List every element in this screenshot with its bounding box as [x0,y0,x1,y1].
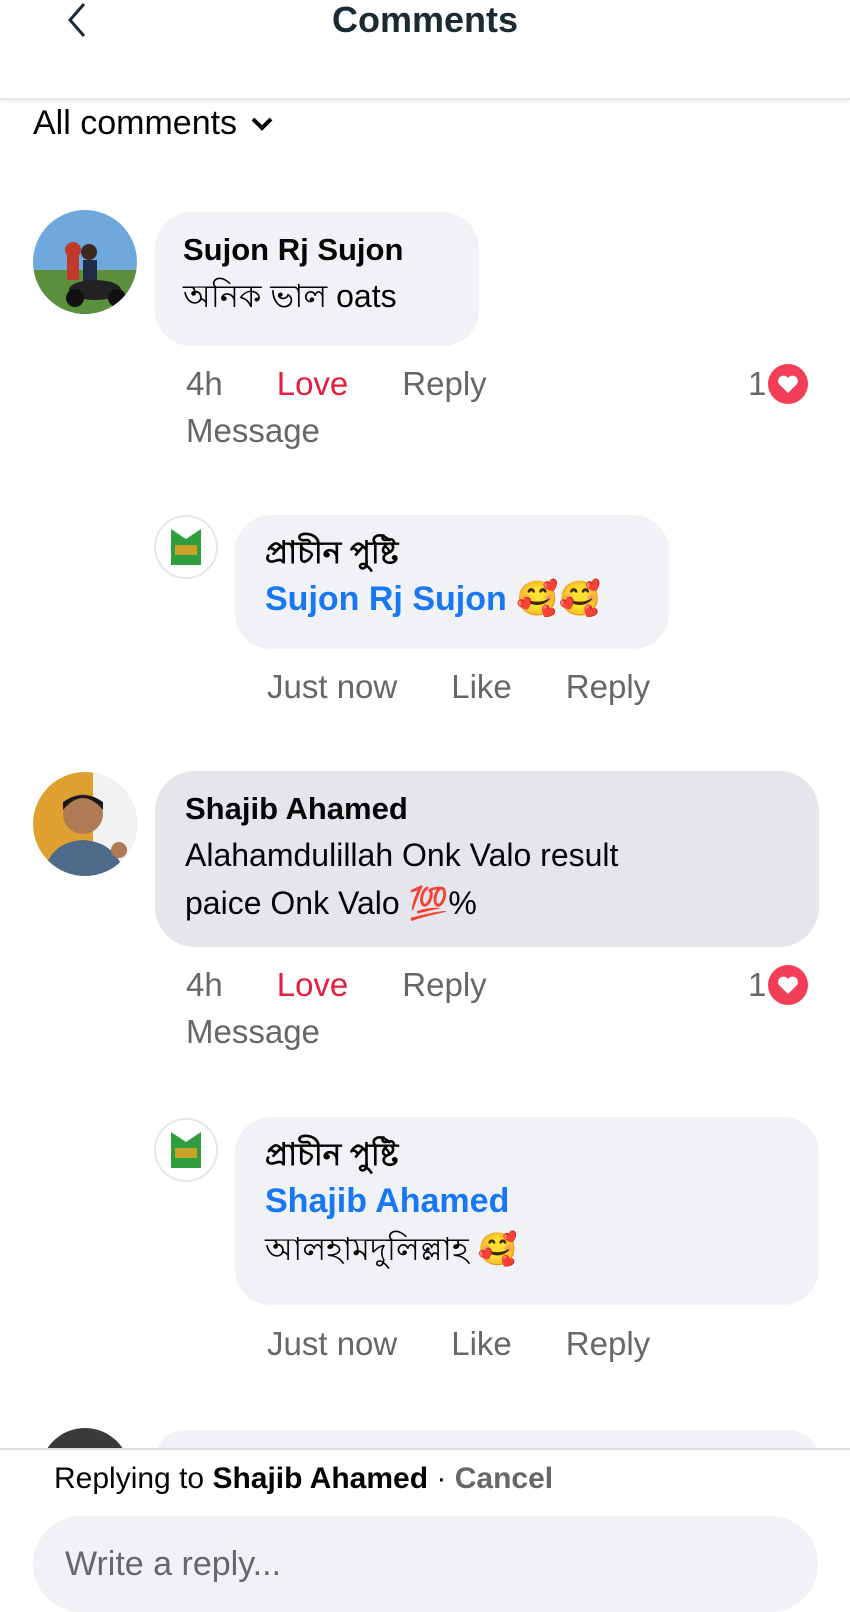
reaction-summary[interactable]: 1 [748,965,809,1005]
mention-link[interactable]: Shajib Ahamed [265,1177,789,1225]
like-button[interactable]: Like [451,665,512,709]
reply-author[interactable]: প্রাচীন পুষ্টি [265,531,639,575]
avatar[interactable] [33,772,137,876]
mention-line: Sujon Rj Sujon 🥰🥰 [265,575,639,623]
comment-author[interactable]: Sujon Rj Sujon [183,228,451,272]
reply-button[interactable]: Reply [566,665,650,709]
reply-bubble: প্রাচীন পুষ্টি Sujon Rj Sujon 🥰🥰 [235,515,669,649]
reply-button[interactable]: Reply [402,963,486,1007]
reply-bubble: প্রাচীন পুষ্টি Shajib Ahamed আলহামদুলিল্… [235,1117,819,1305]
comment-bubble: Shajib Ahamed Alahamdulillah Onk Valo re… [155,771,819,947]
comment-author[interactable]: Shajib Ahamed [185,787,789,831]
like-button[interactable]: Like [451,1322,512,1366]
reply-time: Just now [267,1325,398,1362]
cancel-reply-button[interactable]: Cancel [455,1462,553,1495]
reply-time: Just now [267,668,398,705]
top-bar: Comments [0,0,850,100]
comment-bubble: Sujon Rj Sujon অনিক ভাল oats [155,212,479,346]
brand-logo-icon [171,1132,201,1168]
comment-time: 4h [186,966,223,1003]
message-button[interactable]: Message [186,1010,320,1054]
reply-actions: Just now Like Reply [267,1322,704,1366]
page-logo[interactable] [154,1118,218,1182]
replying-to-bar: Replying to Shajib Ahamed · Cancel [54,1462,553,1496]
message-button[interactable]: Message [186,409,320,453]
heart-icon [768,965,809,1005]
avatar-photo [33,772,137,876]
comment-actions: 4h Love Reply [186,963,541,1007]
reply-emoji: 🥰🥰 [516,580,601,618]
comment-text: অনিক ভাল oats [183,278,397,314]
separator-dot: · [436,1462,447,1495]
heart-icon [768,364,809,404]
page-logo[interactable] [154,515,218,579]
reply-author[interactable]: প্রাচীন পুষ্টি [265,1133,789,1177]
reaction-count: 1 [748,365,767,402]
love-button[interactable]: Love [277,963,349,1007]
comment-filter-dropdown[interactable]: All comments [33,104,273,143]
comment-text-line-1: Alahamdulillah Onk Valo result [185,837,619,873]
mention-link[interactable]: Sujon Rj Sujon [265,580,507,618]
replying-name: Shajib Ahamed [212,1462,429,1495]
avatar[interactable] [33,210,137,314]
page-title: Comments [331,0,519,40]
love-button[interactable]: Love [277,362,349,406]
reply-input[interactable] [33,1516,818,1612]
comment-filter-label: All comments [33,104,238,142]
reaction-count: 1 [748,966,767,1003]
comment-text-line-2: paice Onk Valo 💯% [185,885,477,921]
reply-button[interactable]: Reply [566,1322,650,1366]
avatar-photo [33,210,137,314]
reply-actions: Just now Like Reply [267,665,704,709]
comment-time: 4h [186,365,223,402]
reaction-summary[interactable]: 1 [748,364,809,404]
reply-text: আলহামদুলিল্লাহ 🥰 [265,1231,518,1267]
replying-prefix: Replying to [54,1462,205,1495]
brand-logo-icon [171,529,201,565]
comment-actions: 4h Love Reply [186,362,541,406]
reply-button[interactable]: Reply [402,362,486,406]
chevron-down-icon [251,117,273,131]
